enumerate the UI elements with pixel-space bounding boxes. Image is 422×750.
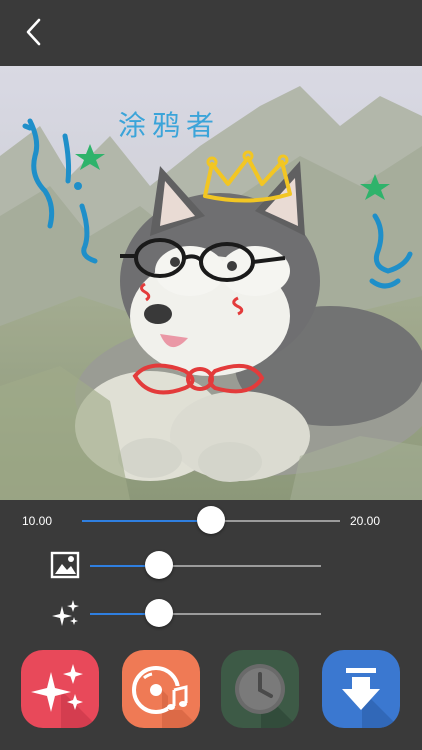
save-download-button[interactable]	[322, 650, 400, 728]
image-slider-thumb[interactable]	[145, 551, 174, 579]
slider-min-label: 10.00	[22, 514, 53, 528]
image-icon	[50, 550, 80, 580]
image-slider-track[interactable]	[90, 565, 321, 567]
adjustment-panel: 10.00 20.00	[0, 500, 422, 650]
main-slider-thumb[interactable]	[197, 506, 225, 534]
music-button[interactable]	[122, 650, 200, 728]
clock-icon	[235, 664, 299, 728]
back-button[interactable]	[18, 14, 54, 50]
bottom-toolbar	[0, 650, 422, 750]
chevron-left-icon	[26, 18, 41, 46]
slider-max-label: 20.00	[350, 514, 381, 528]
doodle-title-text: 涂鸦者	[118, 109, 221, 142]
top-bar	[0, 0, 422, 66]
photo-canvas[interactable]: 涂鸦者	[0, 66, 422, 500]
sparkles-icon	[50, 598, 80, 628]
effect-slider-track[interactable]	[90, 613, 321, 615]
download-icon	[342, 668, 400, 728]
sparkles-icon	[31, 664, 99, 728]
music-disc-icon	[132, 666, 200, 728]
sparkle-effects-button[interactable]	[21, 650, 99, 728]
main-slider-fill	[82, 520, 211, 522]
history-button[interactable]	[221, 650, 299, 728]
effect-slider-thumb[interactable]	[145, 599, 174, 627]
